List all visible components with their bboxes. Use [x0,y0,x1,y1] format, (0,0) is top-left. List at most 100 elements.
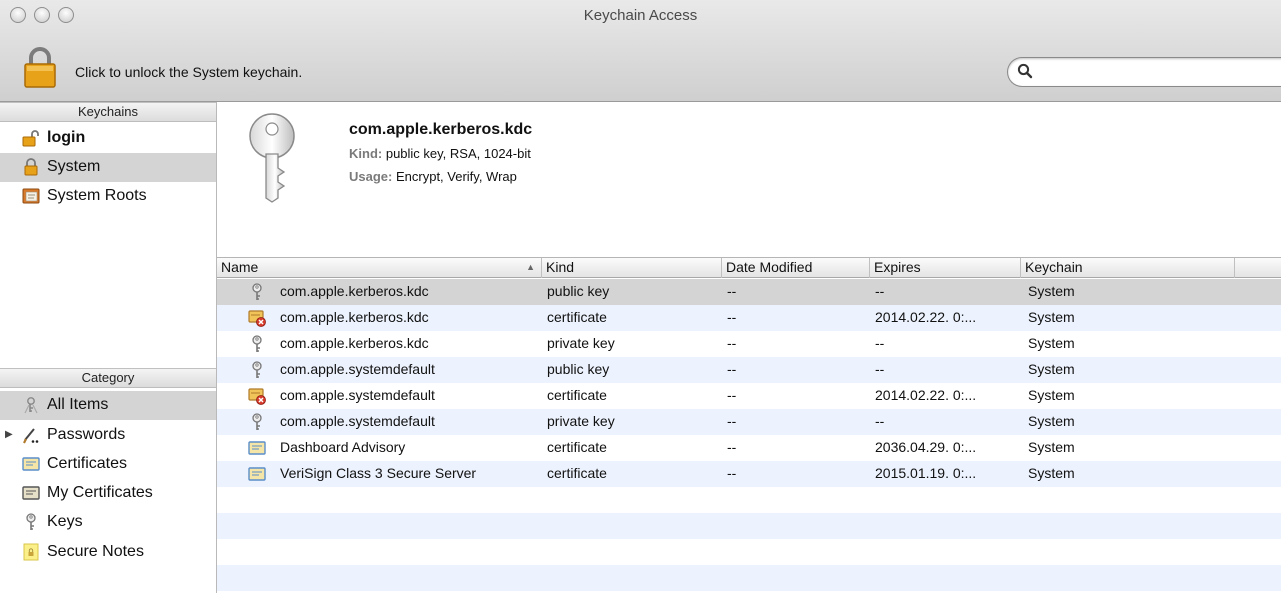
disclosure-triangle-icon[interactable]: ▶ [5,429,13,440]
sidebar-item-system-roots[interactable]: System Roots [0,182,216,211]
sidebar-item-my-certificates[interactable]: My Certificates [0,479,216,508]
sidebar-item-label: My Certificates [47,484,153,501]
sidebar-item-system[interactable]: System [0,153,216,182]
item-usage: Usage: Encrypt, Verify, Wrap [349,169,517,184]
cell-keychain: System [1028,309,1075,325]
cell-expires: -- [875,361,885,377]
certificate-icon [248,439,266,457]
table-row-empty [217,487,1281,513]
sort-ascending-icon: ▲ [526,262,535,272]
certificate-cabinet-icon [22,188,40,204]
cell-date-modified: -- [727,439,737,455]
sidebar-item-keys[interactable]: Keys [0,508,216,537]
sidebar-item-all-items[interactable]: All Items [0,391,216,420]
cell-kind: public key [547,283,610,299]
cell-kind: public key [547,361,610,377]
key-icon [248,283,266,301]
usage-value: Encrypt, Verify, Wrap [395,169,517,184]
table-row[interactable]: com.apple.systemdefault private key -- -- Sy… [217,409,1281,435]
cell-expires: -- [875,413,885,429]
cell-keychain: System [1028,361,1075,377]
search-field[interactable] [1007,57,1281,87]
sidebar-item-certificates[interactable]: Certificates [0,450,216,479]
item-detail-preview: com.apple.kerberos.kdc Kind: public key,… [217,102,1281,257]
column-header-date-modified[interactable]: Date Modified [722,258,870,278]
cell-name: com.apple.kerberos.kdc [280,283,429,299]
secure-note-icon [23,543,39,561]
table-row[interactable]: Dashboard Advisory certificate -- 2036.04.2… [217,435,1281,461]
category-header: Category [0,368,216,388]
cell-keychain: System [1028,387,1075,403]
cell-kind: certificate [547,465,607,481]
sidebar-item-label: System Roots [47,187,147,204]
cell-expires: -- [875,283,885,299]
table-header: Name ▲ Kind Date Modified Expires Keycha… [217,257,1281,278]
table-row[interactable]: com.apple.kerberos.kdc private key -- -- Sys… [217,331,1281,357]
invalid-certificate-icon [248,387,266,405]
sidebar-item-label: Certificates [47,455,128,472]
cell-keychain: System [1028,413,1075,429]
table-row[interactable]: com.apple.kerberos.kdc certificate -- 2014.… [217,305,1281,331]
cell-kind: private key [547,413,615,429]
all-items-icon [24,397,38,414]
column-header-expires[interactable]: Expires [870,258,1021,278]
cell-keychain: System [1028,335,1075,351]
kind-value: public key, RSA, 1024-bit [385,146,531,161]
cell-expires: 2014.02.22. 0:... [875,309,977,325]
cell-date-modified: -- [727,335,737,351]
kind-label: Kind: [349,146,383,161]
column-header-keychain[interactable]: Keychain [1021,258,1235,278]
sidebar-item-passwords[interactable]: ▶ Passwords [0,421,216,450]
table-row[interactable]: com.apple.kerberos.kdc public key -- -- Syst… [217,279,1281,305]
sidebar: Keychains login System System Roots Cate… [0,102,217,593]
certificate-icon [22,457,40,471]
search-icon [1017,63,1033,79]
sidebar-item-label: System [47,158,101,175]
table-row[interactable]: com.apple.systemdefault certificate -- 2014… [217,383,1281,409]
table-row-empty [217,539,1281,565]
cell-keychain: System [1028,465,1075,481]
key-icon [249,113,295,203]
item-kind: Kind: public key, RSA, 1024-bit [349,146,531,161]
table-row-empty [217,513,1281,539]
cell-date-modified: -- [727,413,737,429]
cell-date-modified: -- [727,465,737,481]
window-title: Keychain Access [583,7,698,24]
cell-kind: certificate [547,439,607,455]
lock-icon[interactable] [22,45,58,89]
window-toolbar: Keychain Access Click to unlock the Syst… [0,0,1281,102]
cell-name: com.apple.systemdefault [280,413,435,429]
cell-expires: 2036.04.29. 0:... [875,439,977,455]
column-header-kind[interactable]: Kind [542,258,722,278]
search-input[interactable] [1038,62,1278,82]
key-icon [26,513,36,530]
cell-expires: 2014.02.22. 0:... [875,387,977,403]
key-icon [248,335,266,353]
key-icon [248,361,266,379]
sidebar-item-label: login [47,129,86,146]
my-certificate-icon [22,486,40,500]
cell-date-modified: -- [727,309,737,325]
item-title: com.apple.kerberos.kdc [349,121,533,138]
cell-name: com.apple.systemdefault [280,387,435,403]
cell-date-modified: -- [727,283,737,299]
usage-label: Usage: [349,169,393,184]
cell-kind: certificate [547,387,607,403]
cell-name: com.apple.kerberos.kdc [280,309,429,325]
cell-kind: certificate [547,309,607,325]
sidebar-item-login[interactable]: login [0,124,216,153]
unlocked-padlock-icon [22,130,39,147]
unlock-keychain-text[interactable]: Click to unlock the System keychain. [75,64,302,80]
table-row[interactable]: com.apple.systemdefault public key -- -- Sys… [217,357,1281,383]
column-header-name[interactable]: Name ▲ [217,258,542,278]
passwords-icon [23,428,39,444]
sidebar-item-secure-notes[interactable]: Secure Notes [0,538,216,567]
cell-kind: private key [547,335,615,351]
sidebar-item-label: All Items [47,396,109,413]
cell-keychain: System [1028,283,1075,299]
cell-expires: 2015.01.19. 0:... [875,465,977,481]
sidebar-item-label: Keys [47,513,83,530]
cell-name: VeriSign Class 3 Secure Server [280,465,477,481]
certificate-icon [248,465,266,483]
table-row[interactable]: VeriSign Class 3 Secure Server certificat… [217,461,1281,487]
